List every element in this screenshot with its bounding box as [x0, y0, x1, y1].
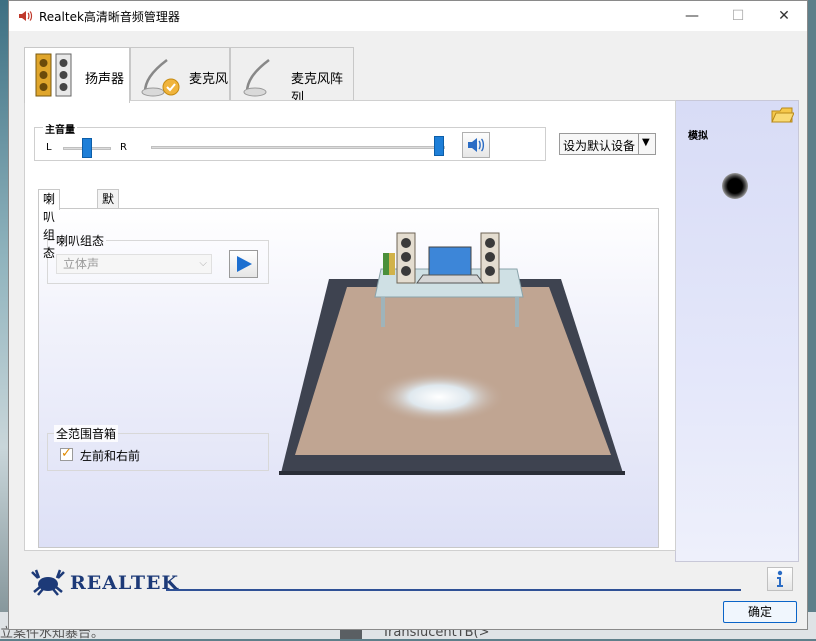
- front-left-right-checkbox[interactable]: ✓: [60, 446, 73, 461]
- title-bar: Realtek高清晰音频管理器 — ☐ ✕: [9, 1, 807, 31]
- tab-microphone-label: 麦克风: [189, 72, 229, 87]
- chevron-down-icon: ⌵: [199, 258, 207, 269]
- volume-icon: [468, 138, 485, 152]
- set-default-device-button[interactable]: 设为默认设备 ▼: [559, 133, 656, 155]
- speaker-icon: [35, 53, 72, 97]
- play-icon: [237, 256, 252, 272]
- tab-speaker-configuration[interactable]: 喇叭组态: [38, 189, 61, 260]
- microphone-icon: [141, 59, 180, 97]
- left-speaker-icon: [396, 232, 416, 284]
- checkmark-icon: ✓: [61, 446, 72, 461]
- chevron-down-icon[interactable]: ▼: [642, 137, 650, 148]
- speaker-configuration-value: 立体声: [63, 257, 100, 271]
- audio-jack-icon[interactable]: [722, 173, 748, 199]
- right-speaker-icon: [480, 232, 500, 284]
- play-test-button[interactable]: [229, 250, 258, 278]
- room-illustration: [279, 232, 625, 475]
- speaker-configuration-label: 喇叭组态: [54, 232, 107, 249]
- speaker-configuration-select[interactable]: 立体声 ⌵: [56, 254, 212, 274]
- analog-label: 模拟: [688, 131, 708, 142]
- full-range-speakers-label: 全范围音箱: [54, 425, 119, 442]
- minimize-button[interactable]: —: [669, 1, 715, 31]
- info-button[interactable]: [767, 567, 793, 591]
- connector-panel: 模拟: [675, 100, 799, 562]
- info-icon: [777, 570, 783, 587]
- balance-right-label: R: [120, 142, 127, 153]
- folder-icon[interactable]: [770, 103, 794, 125]
- volume-slider-track[interactable]: [151, 146, 445, 149]
- maximize-button[interactable]: ☐: [715, 1, 761, 31]
- footer-divider: [166, 589, 741, 591]
- tab-speakers[interactable]: 扬声器: [24, 47, 130, 103]
- realtek-crab-icon: [31, 569, 65, 596]
- tab-default-format[interactable]: 默认格式: [97, 189, 120, 260]
- realtek-wordmark: REALTEK: [70, 572, 179, 594]
- main-volume-label: 主音量: [43, 121, 77, 136]
- balance-left-label: L: [46, 142, 52, 153]
- front-left-right-label: 左前和右前: [80, 449, 141, 463]
- microphone-array-icon: [243, 59, 270, 97]
- set-default-device-label: 设为默认设备: [563, 139, 636, 153]
- balance-slider-thumb[interactable]: [82, 138, 92, 158]
- tab-microphone[interactable]: 麦克风: [130, 47, 230, 101]
- speaker-app-icon: [19, 11, 33, 21]
- realtek-logo: REALTEK: [28, 568, 178, 599]
- dropdown-separator: [638, 134, 639, 154]
- volume-slider-thumb[interactable]: [434, 136, 445, 156]
- window-title: Realtek高清晰音频管理器: [39, 10, 180, 24]
- tab-speakers-label: 扬声器: [85, 72, 125, 87]
- mute-button[interactable]: [462, 132, 490, 158]
- tab-microphone-array[interactable]: 麦克风阵列: [230, 47, 354, 106]
- ok-button[interactable]: 确定: [723, 601, 797, 623]
- close-button[interactable]: ✕: [761, 1, 807, 31]
